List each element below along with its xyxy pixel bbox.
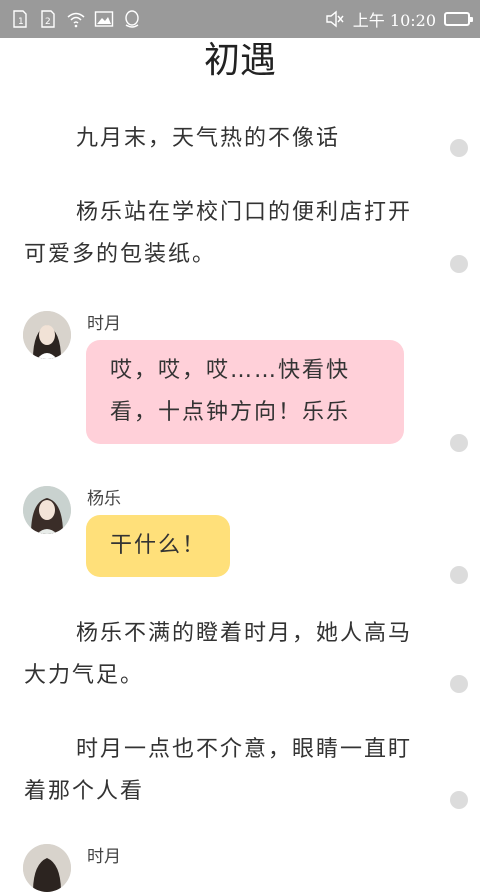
chat-bubble: 哎，哎，哎……快看快看，十点钟方向！乐乐 <box>86 340 404 444</box>
mute-icon <box>325 9 345 29</box>
chapter-title: 初遇 <box>203 40 276 81</box>
scroll-dot[interactable] <box>450 255 468 273</box>
scroll-dot[interactable] <box>450 791 468 809</box>
status-bar: 1 2 上午 10:20 <box>0 0 480 38</box>
scroll-dot[interactable] <box>450 675 468 693</box>
qq-icon <box>122 9 142 29</box>
clock: 上午 10:20 <box>352 11 436 30</box>
story-paragraph: 时月一点也不介意，眼睛一直盯着那个人看 <box>24 729 416 813</box>
paragraph-text: 九月末，天气热的不像话 <box>76 126 341 151</box>
avatar[interactable] <box>23 486 71 534</box>
speaker-name: 时月 <box>87 314 121 334</box>
speaker-name: 杨乐 <box>87 489 121 509</box>
story-paragraph: 杨乐站在学校门口的便利店打开可爱多的包装纸。 <box>24 192 416 276</box>
sim1-icon: 1 <box>10 9 30 29</box>
paragraph-text: 杨乐不满的瞪着时月，她人高马大力气足。 <box>24 621 413 688</box>
paragraph-text: 杨乐站在学校门口的便利店打开可爱多的包装纸。 <box>24 200 413 267</box>
battery-icon <box>444 12 473 26</box>
wifi-icon <box>66 9 86 29</box>
image-icon <box>94 9 114 29</box>
status-bar-left: 1 2 <box>10 9 142 29</box>
svg-text:2: 2 <box>45 17 51 27</box>
chat-bubble: 干什么！ <box>86 515 231 577</box>
svg-text:1: 1 <box>18 17 24 27</box>
paragraph-text: 时月一点也不介意，眼睛一直盯着那个人看 <box>24 737 413 804</box>
status-bar-right: 上午 10:20 <box>325 7 473 31</box>
avatar[interactable] <box>23 844 71 892</box>
scroll-dot[interactable] <box>450 566 468 584</box>
scroll-dot[interactable] <box>450 434 468 452</box>
story-paragraph: 九月末，天气热的不像话 <box>24 118 416 160</box>
speaker-name: 时月 <box>87 847 121 867</box>
avatar[interactable] <box>23 311 71 359</box>
sim2-icon: 2 <box>38 9 58 29</box>
story-paragraph: 杨乐不满的瞪着时月，她人高马大力气足。 <box>24 613 416 697</box>
scroll-dot[interactable] <box>450 139 468 157</box>
